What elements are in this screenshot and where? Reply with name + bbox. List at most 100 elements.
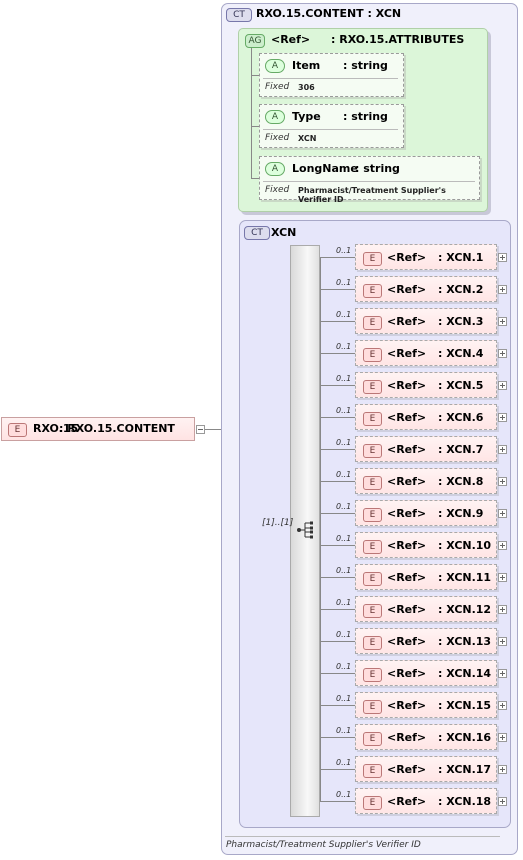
attribute-badge-icon: A: [265, 110, 285, 124]
attribute-badge-icon: A: [265, 162, 285, 176]
child-element-xcn-17[interactable]: E <Ref>: XCN.17: [355, 756, 497, 782]
child-ref: <Ref>: [387, 411, 427, 424]
child-element-xcn-16[interactable]: E <Ref>: XCN.16: [355, 724, 497, 750]
child-occurrence: 0..1: [336, 758, 352, 767]
sequence-occurrence: [1]..[1]: [262, 518, 294, 528]
child-element-xcn-14[interactable]: E <Ref>: XCN.14: [355, 660, 497, 686]
attribute-item[interactable]: A Item : string Fixed 306: [259, 53, 404, 97]
child-occurrence: 0..1: [336, 598, 352, 607]
expand-icon[interactable]: [498, 637, 507, 646]
child-element-xcn-8[interactable]: E <Ref>: XCN.8: [355, 468, 497, 494]
attribute-type-field[interactable]: A Type : string Fixed XCN: [259, 104, 404, 148]
element-badge-icon: E: [363, 380, 382, 394]
child-type: : XCN.10: [438, 539, 492, 552]
root-element[interactable]: E RXO.15 : RXO.15.CONTENT: [1, 417, 195, 441]
expand-icon[interactable]: [498, 605, 507, 614]
attribute-type: : string: [343, 110, 388, 123]
child-element-xcn-13[interactable]: E <Ref>: XCN.13: [355, 628, 497, 654]
connector-line: [320, 545, 355, 546]
expand-icon[interactable]: [498, 573, 507, 582]
inner-type-title: XCN: [271, 226, 297, 239]
expand-icon[interactable]: [498, 253, 507, 262]
collapse-icon[interactable]: [196, 425, 205, 434]
child-occurrence: 0..1: [336, 630, 352, 639]
documentation-separator: [225, 836, 500, 837]
child-element-xcn-7[interactable]: E <Ref>: XCN.7: [355, 436, 497, 462]
connector-line: [320, 417, 355, 418]
child-element-xcn-11[interactable]: E <Ref>: XCN.11: [355, 564, 497, 590]
expand-icon[interactable]: [498, 797, 507, 806]
child-ref: <Ref>: [387, 699, 427, 712]
expand-icon[interactable]: [498, 733, 507, 742]
child-element-xcn-18[interactable]: E <Ref>: XCN.18: [355, 788, 497, 814]
child-occurrence: 0..1: [336, 278, 352, 287]
child-occurrence: 0..1: [336, 790, 352, 799]
expand-icon[interactable]: [498, 349, 507, 358]
child-occurrence: 0..1: [336, 406, 352, 415]
connector-line: [320, 257, 355, 258]
child-element-xcn-1[interactable]: E <Ref>: XCN.1: [355, 244, 497, 270]
child-ref: <Ref>: [387, 347, 427, 360]
expand-icon[interactable]: [498, 381, 507, 390]
attribute-type: : string: [355, 162, 400, 175]
attribute-name: Type: [292, 110, 321, 123]
element-badge-icon: E: [363, 636, 382, 650]
expand-icon[interactable]: [498, 669, 507, 678]
element-badge-icon: E: [363, 572, 382, 586]
element-badge-icon: E: [8, 423, 27, 437]
expand-icon[interactable]: [498, 541, 507, 550]
child-element-xcn-15[interactable]: E <Ref>: XCN.15: [355, 692, 497, 718]
expand-icon[interactable]: [498, 317, 507, 326]
child-ref: <Ref>: [387, 475, 427, 488]
complex-type-title: RXO.15.CONTENT : XCN: [256, 7, 402, 20]
child-element-xcn-6[interactable]: E <Ref>: XCN.6: [355, 404, 497, 430]
child-element-xcn-10[interactable]: E <Ref>: XCN.10: [355, 532, 497, 558]
child-element-xcn-2[interactable]: E <Ref>: XCN.2: [355, 276, 497, 302]
child-type: : XCN.16: [438, 731, 492, 744]
expand-icon[interactable]: [498, 765, 507, 774]
element-badge-icon: E: [363, 412, 382, 426]
child-type: : XCN.15: [438, 699, 492, 712]
child-ref: <Ref>: [387, 507, 427, 520]
documentation-text: Pharmacist/Treatment Supplier's Verifier…: [226, 840, 421, 850]
complex-type-badge-icon: CT: [244, 226, 270, 240]
expand-icon[interactable]: [498, 445, 507, 454]
attribute-separator: [263, 129, 398, 130]
expand-icon[interactable]: [498, 509, 507, 518]
fixed-value: XCN: [298, 134, 317, 143]
complex-type-badge-icon: CT: [226, 8, 252, 22]
child-occurrence: 0..1: [336, 342, 352, 351]
child-type: : XCN.17: [438, 763, 492, 776]
connector-line: [320, 673, 355, 674]
connector-line: [320, 641, 355, 642]
attribute-longname[interactable]: A LongName : string Fixed Pharmacist/Tre…: [259, 156, 480, 204]
child-element-xcn-4[interactable]: E <Ref>: XCN.4: [355, 340, 497, 366]
child-type: : XCN.2: [438, 283, 484, 296]
child-occurrence: 0..1: [336, 310, 352, 319]
connector-line: [251, 48, 252, 178]
attribute-group-ref: <Ref>: [271, 33, 311, 46]
element-badge-icon: E: [363, 540, 382, 554]
expand-icon[interactable]: [498, 413, 507, 422]
child-occurrence: 0..1: [336, 534, 352, 543]
connector-line: [320, 385, 355, 386]
connector-line: [251, 178, 259, 179]
expand-icon[interactable]: [498, 285, 507, 294]
fixed-label: Fixed: [265, 82, 290, 92]
child-ref: <Ref>: [387, 443, 427, 456]
expand-icon[interactable]: [498, 477, 507, 486]
element-badge-icon: E: [363, 284, 382, 298]
child-element-xcn-12[interactable]: E <Ref>: XCN.12: [355, 596, 497, 622]
child-element-xcn-9[interactable]: E <Ref>: XCN.9: [355, 500, 497, 526]
child-element-xcn-3[interactable]: E <Ref>: XCN.3: [355, 308, 497, 334]
child-occurrence: 0..1: [336, 662, 352, 671]
sequence-icon: [297, 521, 313, 539]
child-type: : XCN.9: [438, 507, 484, 520]
element-badge-icon: E: [363, 764, 382, 778]
child-element-xcn-5[interactable]: E <Ref>: XCN.5: [355, 372, 497, 398]
expand-icon[interactable]: [498, 701, 507, 710]
child-ref: <Ref>: [387, 379, 427, 392]
child-occurrence: 0..1: [336, 246, 352, 255]
attribute-group-badge-icon: AG: [245, 34, 265, 48]
child-type: : XCN.7: [438, 443, 484, 456]
